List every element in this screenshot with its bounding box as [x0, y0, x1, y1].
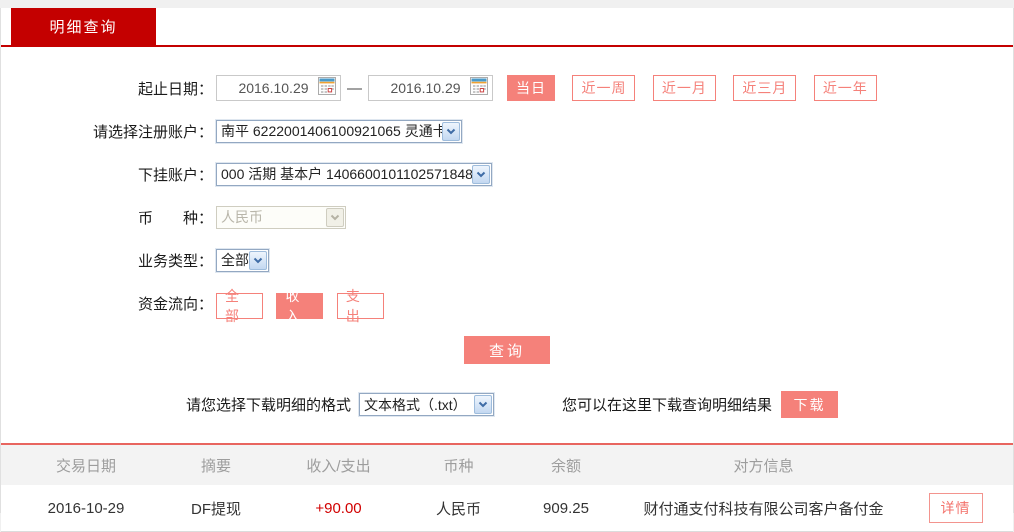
fund-flow-group: 全部 收入 支出 — [216, 288, 393, 324]
calendar-icon[interactable] — [470, 76, 488, 100]
chevron-down-icon — [326, 207, 344, 227]
sub-account-select[interactable]: 000 活期 基本户 1406600101102571848 — [216, 162, 492, 186]
query-form: 起止日期： 2016.10.29 — 2016.10.29 当日 近一周 近一月… — [1, 47, 1013, 418]
sub-account-value: 000 活期 基本户 1406600101102571848 — [221, 166, 472, 182]
quick-range-year[interactable]: 近一年 — [813, 75, 877, 101]
table-header-row: 交易日期 摘要 收入/支出 币种 余额 对方信息 — [1, 445, 1013, 485]
col-header-summary: 摘要 — [200, 457, 231, 475]
business-type-label: 业务类型： — [137, 252, 213, 270]
table-row: 2016-10-29 DF提现 +90.00 人民币 909.25 财付通支付科… — [1, 485, 1013, 532]
start-date-value: 2016.10.29 — [238, 80, 309, 96]
download-format-label: 请您选择下载明细的格式 — [186, 397, 352, 414]
download-format-select[interactable]: 文本格式（.txt） — [359, 393, 495, 416]
col-header-date: 交易日期 — [55, 457, 116, 475]
currency-select: 人民币 — [216, 205, 346, 229]
currency-value: 人民币 — [221, 209, 263, 225]
cell-date: 2016-10-29 — [47, 499, 125, 517]
business-type-row: 业务类型： 全部 — [1, 247, 1013, 273]
cell-summary: DF提现 — [191, 500, 241, 518]
tab-detail-query[interactable]: 明细查询 — [11, 8, 156, 45]
date-range-row: 起止日期： 2016.10.29 — 2016.10.29 当日 近一周 近一月… — [1, 75, 1013, 101]
download-button[interactable]: 下载 — [781, 391, 839, 418]
start-date-input[interactable]: 2016.10.29 — [216, 75, 341, 101]
results-table: 交易日期 摘要 收入/支出 币种 余额 对方信息 2016-10-29 DF提现… — [1, 443, 1013, 532]
registered-account-label: 请选择注册账户： — [92, 123, 213, 141]
col-header-currency: 币种 — [443, 457, 474, 475]
currency-row: 币 种： 人民币 — [1, 204, 1013, 230]
download-row: 请您选择下载明细的格式 文本格式（.txt） 您可以在这里下载查询明细结果 下载 — [1, 391, 1013, 418]
quick-range-today[interactable]: 当日 — [507, 75, 555, 101]
download-format-value: 文本格式（.txt） — [364, 396, 467, 413]
cell-balance: 909.25 — [543, 499, 589, 517]
detail-query-panel: 明细查询 起止日期： 2016.10.29 — 2016.10.29 当日 近一… — [0, 8, 1014, 532]
col-header-counterparty: 对方信息 — [733, 457, 794, 475]
chevron-down-icon — [474, 395, 493, 414]
sub-account-row: 下挂账户： 000 活期 基本户 1406600101102571848 — [1, 161, 1013, 187]
chevron-down-icon — [249, 250, 267, 270]
download-hint: 您可以在这里下载查询明细结果 — [562, 397, 773, 414]
tab-bar: 明细查询 — [1, 8, 1013, 45]
col-header-balance: 余额 — [550, 457, 581, 475]
quick-range-group: 当日 近一周 近一月 近三月 近一年 — [493, 75, 877, 101]
fund-flow-expense[interactable]: 支出 — [336, 288, 384, 324]
chevron-down-icon — [472, 164, 490, 184]
fund-flow-all[interactable]: 全部 — [216, 288, 263, 324]
currency-label: 币 种： — [137, 209, 213, 227]
registered-account-value: 南平 6222001406100921065 灵通卡 — [221, 123, 442, 139]
quick-range-week[interactable]: 近一周 — [572, 75, 636, 101]
cell-counterparty: 财付通支付科技有限公司客户备付金 — [643, 500, 884, 518]
registered-account-row: 请选择注册账户： 南平 6222001406100921065 灵通卡 — [1, 118, 1013, 144]
cell-amount: +90.00 — [315, 499, 362, 517]
registered-account-select[interactable]: 南平 6222001406100921065 灵通卡 — [216, 119, 462, 143]
query-button-row: 查询 — [1, 336, 1013, 364]
business-type-value: 全部 — [221, 252, 249, 268]
fund-flow-income[interactable]: 收入 — [276, 288, 324, 324]
cell-currency: 人民币 — [435, 500, 481, 518]
col-header-amount: 收入/支出 — [306, 457, 371, 475]
calendar-icon[interactable] — [318, 76, 336, 100]
date-range-separator: — — [347, 79, 362, 97]
end-date-input[interactable]: 2016.10.29 — [368, 75, 493, 101]
quick-range-month[interactable]: 近一月 — [652, 75, 716, 101]
chevron-down-icon — [442, 121, 460, 141]
sub-account-label: 下挂账户： — [137, 166, 213, 184]
end-date-value: 2016.10.29 — [390, 80, 461, 96]
query-button[interactable]: 查询 — [464, 336, 550, 364]
business-type-select[interactable]: 全部 — [216, 248, 269, 272]
quick-range-quarter[interactable]: 近三月 — [733, 75, 797, 101]
detail-button[interactable]: 详情 — [928, 493, 983, 523]
fund-flow-label: 资金流向： — [137, 295, 213, 313]
date-range-label: 起止日期： — [137, 80, 213, 98]
fund-flow-row: 资金流向： 全部 收入 支出 — [1, 288, 1013, 324]
